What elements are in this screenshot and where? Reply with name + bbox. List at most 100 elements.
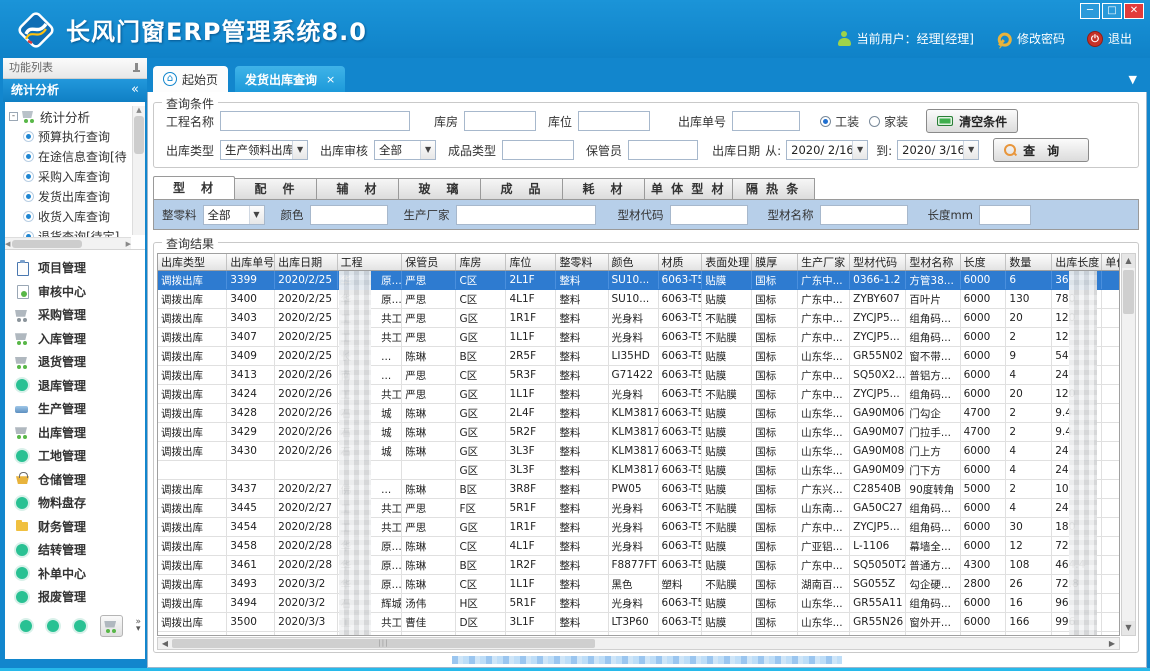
sidebar-item-财务管理[interactable]: 财务管理 [5, 515, 145, 539]
green-dot-icon[interactable] [73, 619, 88, 633]
tab-home[interactable]: ⌂ 起始页 [153, 66, 228, 92]
green-dot-icon[interactable] [19, 619, 34, 633]
material-tab[interactable]: 型 材 [153, 176, 235, 199]
pin-icon[interactable] [132, 63, 141, 74]
column-header[interactable]: 出库类型 [158, 254, 227, 271]
minimize-button[interactable]: ─ [1080, 3, 1100, 19]
table-row[interactable]: 调拨出库34292020/2/26石城陈琳G区5R2F整料KLM38176063… [158, 423, 1120, 442]
tree-horizontal-scrollbar[interactable]: ◀▶ [5, 237, 131, 249]
table-row[interactable]: 调拨出库34002020/2/25华原...严思C区4L1F整料SU10...6… [158, 290, 1120, 309]
table-row[interactable]: 调拨出库34302020/2/26石城陈琳G区3L3F整料KLM38176063… [158, 442, 1120, 461]
order-no-input[interactable] [732, 111, 800, 131]
tab-close-icon[interactable]: × [326, 73, 335, 86]
table-row[interactable]: 调拨出库35002020/3/3工共工程曹佳D区3L1F整料LT3P606063… [158, 613, 1120, 632]
sidebar-item-物料盘存[interactable]: 物料盘存 [5, 491, 145, 515]
close-button[interactable]: ✕ [1124, 3, 1144, 19]
keeper-input[interactable] [628, 140, 698, 160]
column-header[interactable]: 膜厚 [752, 254, 798, 271]
sidebar-item-补单中心[interactable]: 补单中心 [5, 562, 145, 586]
tree-item[interactable]: 采购入库查询 [9, 166, 143, 186]
column-header[interactable]: 出库日期 [275, 254, 338, 271]
material-tab[interactable]: 隔 热 条 [733, 178, 815, 199]
column-header[interactable]: 型材名称 [906, 254, 960, 271]
column-header[interactable]: 工程 [337, 254, 402, 271]
column-header[interactable]: 数量 [1006, 254, 1052, 271]
project-name-input[interactable] [220, 111, 410, 131]
tree-item[interactable]: 收货入库查询 [9, 206, 143, 226]
date-from-picker[interactable]: 2020/ 2/16▼ [786, 140, 868, 160]
sidebar-item-出库管理[interactable]: 出库管理 [5, 421, 145, 445]
table-row[interactable]: 调拨出库33992020/2/25华原...严思C区2L1F整料SU10...6… [158, 271, 1120, 290]
tree-vertical-scrollbar[interactable]: ▲ [132, 106, 145, 235]
table-row[interactable]: G区3L3F整料KLM38176063-T5贴膜国标山东华...GA90M09.… [158, 461, 1120, 480]
clear-conditions-button[interactable]: 清空条件 [926, 109, 1018, 133]
change-password-button[interactable]: 修改密码 [996, 30, 1065, 47]
collapse-icon[interactable]: « [131, 79, 139, 101]
column-header[interactable]: 表面处理 [702, 254, 752, 271]
column-header[interactable]: 库房 [456, 254, 506, 271]
tree-root[interactable]: - 统计分析 [9, 106, 143, 126]
green-dot-icon[interactable] [46, 619, 61, 633]
sidebar-item-退库管理[interactable]: 退库管理 [5, 374, 145, 398]
table-row[interactable]: 调拨出库34452020/2/27工共工程严思F区5R1F整料光身料6063-T… [158, 499, 1120, 518]
radio-gongzhuang[interactable]: 工装 [820, 113, 859, 130]
column-header[interactable]: 保管员 [402, 254, 456, 271]
material-tab[interactable]: 单 体 型 材 [645, 178, 733, 199]
out-audit-combo[interactable]: 全部▼ [374, 140, 436, 160]
sidebar-item-仓储管理[interactable]: 仓储管理 [5, 468, 145, 492]
table-row[interactable]: 调拨出库34542020/2/28工共工程严思G区1R1F整料光身料6063-T… [158, 518, 1120, 537]
table-row[interactable]: 调拨出库34242020/2/26工共工程严思G区1L1F整料光身料6063-T… [158, 385, 1120, 404]
warehouse-input[interactable] [464, 111, 536, 131]
sidebar-item-退货管理[interactable]: 退货管理 [5, 350, 145, 374]
profile-name-input[interactable] [820, 205, 908, 225]
table-row[interactable]: 调拨出库34032020/2/25工共工程严思G区1R1F整料光身料6063-T… [158, 309, 1120, 328]
grid-vertical-scrollbar[interactable]: ▲ ▼ [1121, 253, 1136, 636]
sidebar-section-header[interactable]: 统计分析 « [3, 79, 147, 102]
grid-horizontal-scrollbar[interactable]: ◀ ||| ▶ [157, 637, 1120, 650]
table-row[interactable]: 调拨出库34132020/2/26南...严思C区5R3F整料G71422606… [158, 366, 1120, 385]
profile-code-input[interactable] [670, 205, 748, 225]
table-row[interactable]: 调拨出库34092020/2/25长...陈琳B区2R5F整料LI35HD606… [158, 347, 1120, 366]
column-header[interactable]: 出库单号 [227, 254, 275, 271]
column-header[interactable]: 型材代码 [850, 254, 906, 271]
tree-item[interactable]: 发货出库查询 [9, 186, 143, 206]
sidebar-item-入库管理[interactable]: 入库管理 [5, 327, 145, 351]
tree-item[interactable]: 预算执行查询 [9, 126, 143, 146]
product-type-input[interactable] [502, 140, 574, 160]
cart-button[interactable] [100, 615, 123, 637]
table-row[interactable]: 调拨出库34582020/2/28华原...陈琳C区4L1F整料光身料6063-… [158, 537, 1120, 556]
out-type-combo[interactable]: 生产领料出库▼ [220, 140, 308, 160]
date-to-picker[interactable]: 2020/ 3/16▼ [897, 140, 979, 160]
radio-jiazhuang[interactable]: 家装 [869, 113, 908, 130]
sidebar-item-项目管理[interactable]: 项目管理 [5, 256, 145, 280]
table-row[interactable]: 调拨出库34612020/2/28华原...陈琳B区1R2F整料F8877FT6… [158, 556, 1120, 575]
more-chevron-icon[interactable]: »▾ [135, 619, 141, 633]
column-header[interactable]: 单价 [1102, 254, 1120, 271]
logout-button[interactable]: ⏻ 退出 [1087, 30, 1132, 47]
search-button[interactable]: 查 询 [993, 138, 1089, 162]
table-row[interactable]: 调拨出库34932020/3/2华原...陈琳C区1L1F整料黑色塑料不贴膜国标… [158, 575, 1120, 594]
sidebar-item-结转管理[interactable]: 结转管理 [5, 538, 145, 562]
expander-icon[interactable]: - [9, 112, 18, 121]
material-tab[interactable]: 耗 材 [563, 178, 645, 199]
table-row[interactable]: 调拨出库34942020/3/2石辉城汤伟H区5R1F整料光身料6063-T5贴… [158, 594, 1120, 613]
factory-input[interactable] [456, 205, 596, 225]
column-header[interactable]: 整零料 [556, 254, 608, 271]
zhengling-combo[interactable]: 全部▼ [203, 205, 265, 225]
length-input[interactable] [979, 205, 1031, 225]
sidebar-item-审核中心[interactable]: 审核中心 [5, 280, 145, 304]
color-input[interactable] [310, 205, 388, 225]
maximize-button[interactable]: □ [1102, 3, 1122, 19]
table-row[interactable]: 调拨出库34072020/2/25工共工程严思G区1L1F整料光身料6063-T… [158, 328, 1120, 347]
column-header[interactable]: 生产厂家 [798, 254, 850, 271]
sidebar-item-报废管理[interactable]: 报废管理 [5, 585, 145, 609]
sidebar-item-生产管理[interactable]: 生产管理 [5, 397, 145, 421]
material-tab[interactable]: 辅 材 [317, 178, 399, 199]
column-header[interactable]: 颜色 [608, 254, 658, 271]
tab-shipment-query[interactable]: 发货出库查询 × [235, 66, 345, 92]
sidebar-item-工地管理[interactable]: 工地管理 [5, 444, 145, 468]
table-row[interactable]: 调拨出库34282020/2/26石城陈琳G区2L4F整料KLM38176063… [158, 404, 1120, 423]
location-input[interactable] [578, 111, 650, 131]
column-header[interactable]: 库位 [506, 254, 556, 271]
tree-item[interactable]: 在途信息查询[待 [9, 146, 143, 166]
